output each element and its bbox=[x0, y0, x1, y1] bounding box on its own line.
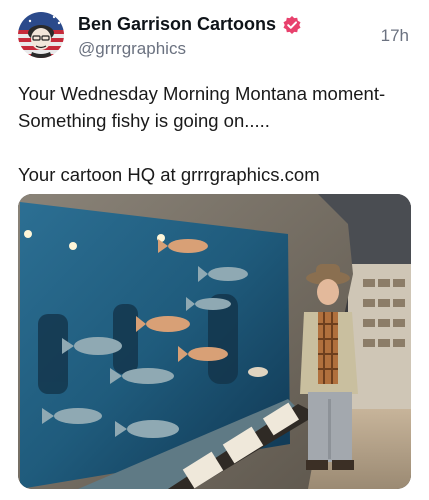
post-text-line[interactable]: Your cartoon HQ at grrrgraphics.com bbox=[18, 161, 413, 188]
post-media-image[interactable] bbox=[18, 194, 411, 489]
post-header: Ben Garrison Cartoons @grrrgraphics 17h bbox=[18, 12, 413, 62]
verified-badge-icon bbox=[282, 15, 302, 35]
author-block: Ben Garrison Cartoons @grrrgraphics bbox=[78, 14, 302, 59]
avatar[interactable] bbox=[18, 12, 64, 58]
post-timestamp[interactable]: 17h bbox=[381, 26, 409, 46]
post-body: Your Wednesday Morning Montana moment- S… bbox=[18, 80, 413, 188]
name-row: Ben Garrison Cartoons bbox=[78, 14, 302, 35]
aquarium-photo-icon bbox=[18, 194, 411, 489]
post-text-line: Your Wednesday Morning Montana moment- bbox=[18, 83, 386, 104]
author-display-name[interactable]: Ben Garrison Cartoons bbox=[78, 14, 276, 35]
post-text-line: Something fishy is going on..... bbox=[18, 110, 270, 131]
author-handle[interactable]: @grrrgraphics bbox=[78, 39, 302, 59]
cartoon-portrait-avatar-icon bbox=[18, 12, 64, 58]
